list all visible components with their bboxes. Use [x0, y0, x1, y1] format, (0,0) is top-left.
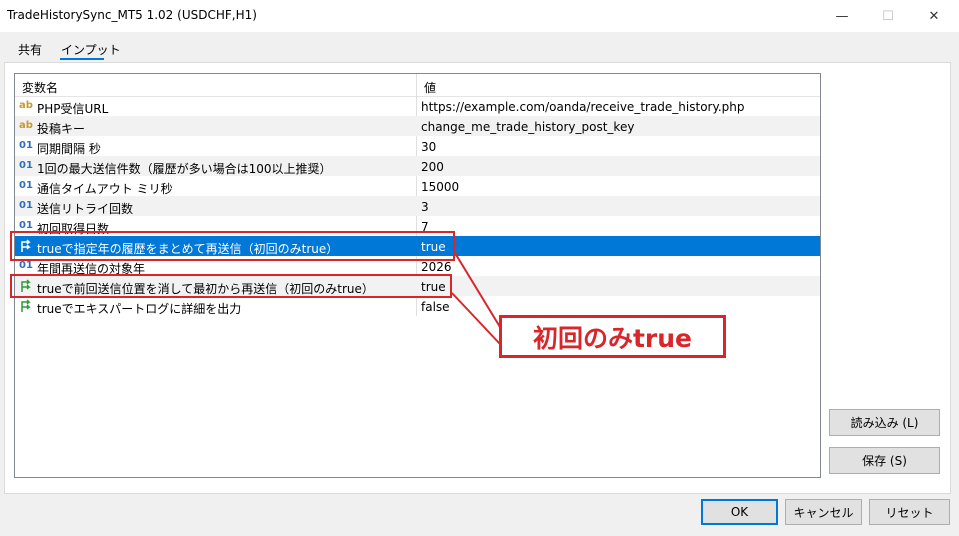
annotation-connector	[451, 252, 501, 345]
reset-button[interactable]: リセット	[869, 499, 950, 525]
annotation-callout: 初回のみtrue	[499, 315, 726, 358]
load-button[interactable]: 読み込み (L)	[829, 409, 940, 436]
ok-button[interactable]: OK	[701, 499, 778, 525]
cancel-button[interactable]: キャンセル	[785, 499, 862, 525]
save-button[interactable]: 保存 (S)	[829, 447, 940, 474]
